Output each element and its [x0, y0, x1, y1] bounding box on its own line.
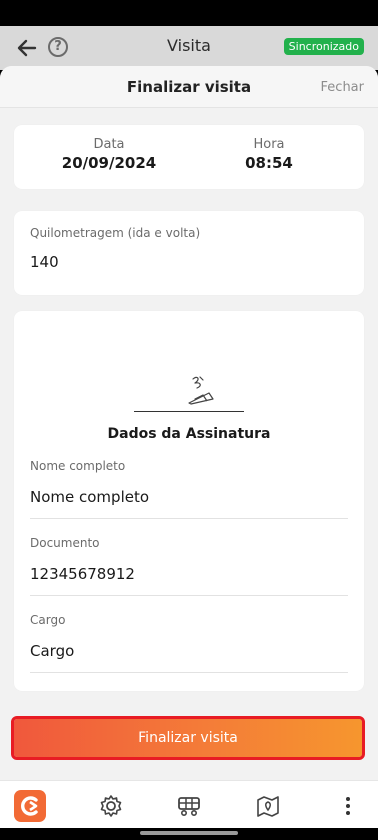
date-block: Data 20/09/2024: [44, 137, 174, 172]
home-indicator-bar: [0, 828, 378, 840]
time-block: Hora 08:54: [219, 137, 319, 172]
date-label: Data: [93, 137, 125, 152]
datetime-card: Data 20/09/2024 Hora 08:54: [14, 125, 364, 189]
gear-icon[interactable]: [96, 791, 126, 821]
close-button[interactable]: Fechar: [321, 80, 364, 95]
date-value: 20/09/2024: [61, 154, 157, 172]
status-bar: [0, 0, 378, 26]
logo-icon[interactable]: [14, 790, 46, 822]
finish-visit-sheet: Finalizar visita Fechar Data 20/09/2024 …: [0, 66, 378, 780]
sync-status-badge: Sincronizado: [283, 38, 364, 55]
fullname-input[interactable]: Nome completo: [30, 485, 348, 519]
map-pin-icon[interactable]: [253, 791, 283, 821]
bottom-nav: [0, 780, 378, 828]
signature-line: [134, 411, 244, 412]
mileage-card: Quilometragem (ida e volta) 140: [14, 211, 364, 295]
app-bar: ? Visita Sincronizado: [0, 26, 378, 70]
signature-title: Dados da Assinatura: [107, 426, 271, 442]
more-vertical-icon[interactable]: [333, 791, 363, 821]
cart-icon[interactable]: [174, 791, 204, 821]
fullname-label: Nome completo: [30, 459, 126, 473]
finish-visit-button[interactable]: Finalizar visita: [11, 716, 365, 760]
logo-mark: [21, 796, 38, 816]
time-value: 08:54: [245, 154, 293, 172]
document-label: Documento: [30, 536, 100, 550]
mileage-label: Quilometragem (ida e volta): [30, 226, 201, 240]
mileage-input[interactable]: 140: [30, 253, 59, 271]
document-input[interactable]: 12345678912: [30, 562, 348, 596]
time-label: Hora: [253, 137, 285, 152]
signature-card: Dados da Assinatura Nome completo Nome c…: [14, 311, 364, 691]
signature-icon[interactable]: [179, 373, 219, 409]
sheet-header: Finalizar visita Fechar: [0, 66, 378, 108]
role-input[interactable]: Cargo: [30, 639, 348, 673]
home-indicator[interactable]: [140, 831, 238, 835]
role-label: Cargo: [30, 613, 66, 627]
